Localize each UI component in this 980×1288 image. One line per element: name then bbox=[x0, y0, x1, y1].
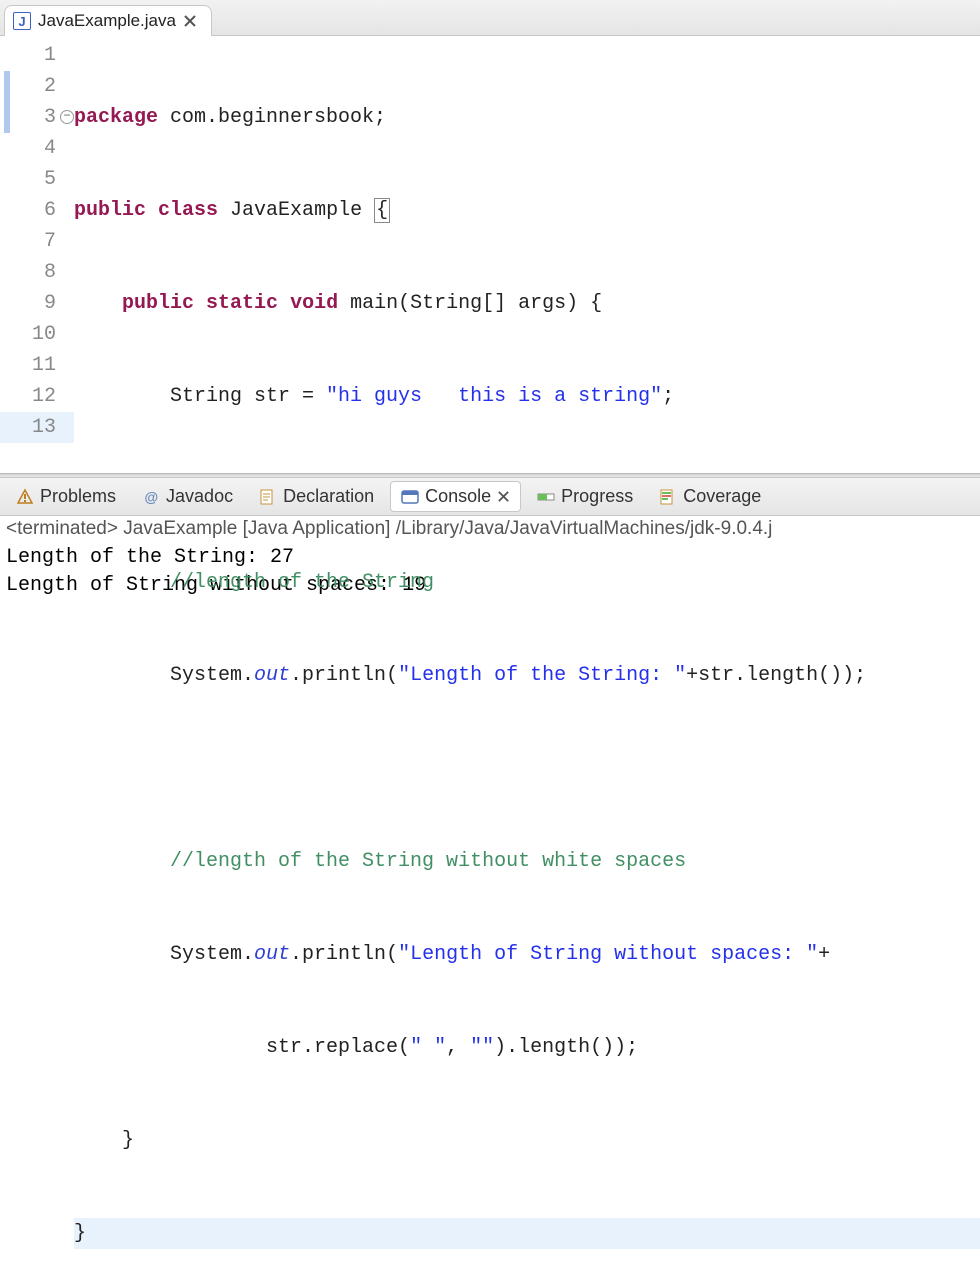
code-line: String str = "hi guys this is a string"; bbox=[74, 381, 980, 412]
code-line bbox=[74, 753, 980, 784]
line-number: 11 bbox=[0, 350, 74, 381]
line-number: 2 bbox=[0, 71, 74, 102]
editor-tabbar: J JavaExample.java bbox=[0, 0, 980, 36]
line-number: 12 bbox=[0, 381, 74, 412]
line-number: 8 bbox=[0, 257, 74, 288]
line-number: 1 bbox=[0, 40, 74, 71]
code-line: //length of the String bbox=[74, 567, 980, 598]
line-number: 10 bbox=[0, 319, 74, 350]
code-line: public static void main(String[] args) { bbox=[74, 288, 980, 319]
line-number: 3 − bbox=[0, 102, 74, 133]
code-line: System.out.println("Length of the String… bbox=[74, 660, 980, 691]
problems-icon bbox=[16, 488, 34, 506]
line-number-gutter: 1 2 3 − 4 5 6 7 8 9 10 11 12 13 bbox=[0, 36, 74, 473]
code-line: } bbox=[74, 1218, 980, 1249]
code-area[interactable]: package com.beginnersbook; public class … bbox=[74, 36, 980, 473]
code-line bbox=[74, 474, 980, 505]
java-file-icon: J bbox=[13, 12, 31, 30]
code-line: } bbox=[74, 1125, 980, 1156]
code-line: System.out.println("Length of String wit… bbox=[74, 939, 980, 970]
line-number: 6 bbox=[0, 195, 74, 226]
editor-tab-label: JavaExample.java bbox=[38, 11, 176, 31]
line-number: 4 bbox=[0, 133, 74, 164]
editor-tab[interactable]: J JavaExample.java bbox=[4, 5, 212, 36]
code-line: str.replace(" ", "").length()); bbox=[74, 1032, 980, 1063]
line-number: 5 bbox=[0, 164, 74, 195]
line-number: 9 bbox=[0, 288, 74, 319]
fold-toggle-icon[interactable]: − bbox=[60, 110, 74, 124]
line-number: 13 bbox=[0, 412, 74, 443]
code-editor[interactable]: 1 2 3 − 4 5 6 7 8 9 10 11 12 13 package … bbox=[0, 36, 980, 473]
code-line: package com.beginnersbook; bbox=[74, 102, 980, 133]
close-icon[interactable] bbox=[183, 14, 197, 28]
code-line: //length of the String without white spa… bbox=[74, 846, 980, 877]
line-number: 7 bbox=[0, 226, 74, 257]
code-line: public class JavaExample { bbox=[74, 195, 980, 226]
